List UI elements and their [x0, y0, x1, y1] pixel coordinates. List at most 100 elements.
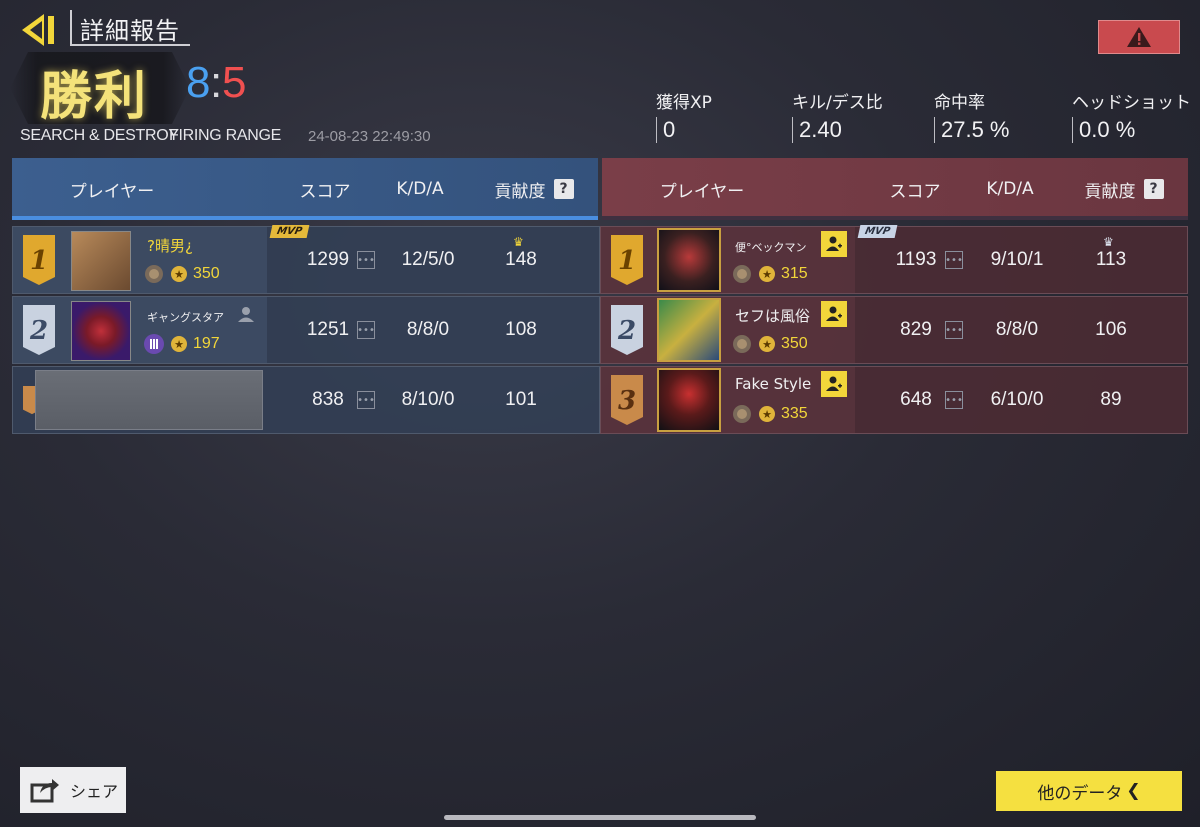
- col-score: スコア: [299, 181, 351, 202]
- kda-cell: 12/5/0: [401, 249, 455, 270]
- player-name: ?晴男¿: [147, 237, 193, 255]
- add-friend-icon: [826, 306, 842, 321]
- stat-kd: キル/デス比 2.40: [792, 88, 883, 143]
- more-icon[interactable]: •••: [945, 321, 963, 339]
- level-value: 350: [781, 335, 808, 352]
- friend-icon: [238, 307, 254, 322]
- player-name: セフは風俗: [735, 307, 811, 325]
- more-icon[interactable]: •••: [357, 391, 375, 409]
- more-icon[interactable]: •••: [357, 251, 375, 269]
- kda-cell: 8/8/0: [406, 319, 450, 340]
- table-row[interactable]: 3 Fake Style ★ 335 648 ••• 6/10/0 89: [600, 366, 1188, 434]
- stat-label: 獲得XP: [656, 93, 712, 113]
- report-button[interactable]: [1098, 20, 1180, 54]
- home-indicator[interactable]: [444, 815, 756, 820]
- share-icon: [30, 779, 59, 803]
- star-icon: ★: [759, 266, 775, 282]
- redacted-player-block: [35, 370, 263, 430]
- score-cell: 1193: [895, 249, 937, 270]
- svg-text:2: 2: [29, 316, 48, 346]
- table-row[interactable]: 1 ?晴男¿ ★ 350 MVP 1299 ••• 12/5/0 ♛ 148: [12, 225, 600, 294]
- add-friend-icon: [826, 236, 842, 251]
- col-contribution: 貢献度 ?: [474, 158, 594, 220]
- stat-accuracy: 命中率 27.5 %: [934, 88, 1010, 143]
- stat-xp: 獲得XP 0: [656, 88, 712, 143]
- kda-cell: 6/10/0: [990, 389, 1044, 410]
- avatar: [657, 298, 721, 362]
- stat-value: 0.0 %: [1072, 117, 1191, 143]
- more-icon[interactable]: •••: [945, 391, 963, 409]
- table-row[interactable]: 2 セフは風俗 ★ 350 829 ••• 8/8/0 106: [600, 296, 1188, 364]
- stat-label: 命中率: [934, 93, 985, 113]
- stat-value: 2.40: [792, 117, 883, 143]
- player-name: 便°ベックマン: [735, 241, 807, 254]
- svg-text:1: 1: [30, 246, 48, 276]
- star-icon: ★: [759, 406, 775, 422]
- level-value: 315: [781, 265, 808, 282]
- svg-text:1: 1: [618, 246, 636, 276]
- score-blue: 8: [186, 58, 211, 107]
- stat-value: 27.5 %: [934, 117, 1010, 143]
- share-label: シェア: [70, 782, 119, 801]
- add-friend-button[interactable]: [821, 371, 847, 397]
- col-contribution: 貢献度 ?: [1064, 158, 1184, 220]
- rank-emblem-icon: [733, 265, 751, 283]
- contribution-cell: 113: [1095, 249, 1127, 270]
- score-separator: :: [210, 58, 223, 107]
- score-cell: 1251: [306, 319, 350, 340]
- col-contribution-label: 貢献度: [494, 181, 546, 202]
- share-button[interactable]: シェア: [20, 767, 126, 813]
- avatar: [71, 301, 131, 361]
- score-red: 5: [222, 58, 247, 107]
- match-datetime: 24-08-23 22:49:30: [308, 128, 431, 145]
- contribution-cell: 108: [505, 319, 537, 340]
- other-data-button[interactable]: 他のデータ ❮: [996, 771, 1182, 811]
- table-row[interactable]: 2 ギャングスタア ★ 197 1251 ••• 8/8/0 108: [12, 296, 600, 364]
- level-value: 335: [781, 405, 808, 422]
- add-friend-icon: [826, 376, 842, 391]
- table-row[interactable]: 838 ••• 8/10/0 101: [12, 366, 600, 434]
- avatar: [657, 368, 721, 432]
- add-friend-button[interactable]: [821, 301, 847, 327]
- star-icon: ★: [171, 266, 187, 282]
- rank-gold-icon: 1: [611, 235, 643, 285]
- more-icon[interactable]: •••: [945, 251, 963, 269]
- rank-silver-icon: 2: [611, 305, 643, 355]
- game-mode: SEARCH & DESTROY: [20, 127, 179, 144]
- page-title-text: 詳細報告: [80, 16, 180, 45]
- title-underline: [70, 44, 190, 46]
- rank-emblem-icon: [733, 335, 751, 353]
- add-friend-button[interactable]: [821, 231, 847, 257]
- kda-cell: 9/10/1: [990, 249, 1044, 270]
- chevron-left-icon: ❮: [1126, 781, 1141, 801]
- avatar: [71, 231, 131, 291]
- contribution-cell: 106: [1095, 319, 1127, 340]
- avatar: [657, 228, 721, 292]
- warning-icon: [1127, 27, 1151, 47]
- stat-label: キル/デス比: [792, 93, 883, 113]
- col-kda: K/D/A: [396, 179, 444, 199]
- help-icon[interactable]: ?: [553, 179, 574, 199]
- col-kda: K/D/A: [986, 179, 1034, 199]
- rank-gold-icon: 1: [23, 235, 55, 285]
- help-icon[interactable]: ?: [1143, 179, 1164, 199]
- score-cell: 648: [900, 389, 932, 410]
- more-icon[interactable]: •••: [357, 321, 375, 339]
- player-level: ★ 350: [143, 263, 220, 285]
- score-cell: 1299: [306, 249, 350, 270]
- player-level: ★ 335: [731, 403, 808, 425]
- col-player: プレイヤー: [659, 181, 745, 202]
- stat-label: ヘッドショット: [1072, 93, 1191, 113]
- svg-text:3: 3: [618, 386, 636, 416]
- contribution-cell: 89: [1100, 389, 1122, 410]
- back-button[interactable]: [18, 12, 64, 48]
- table-row[interactable]: 1 便°ベックマン ★ 315 MVP 1193 ••• 9/10/1 ♛ 11…: [600, 225, 1188, 294]
- rank-bronze-icon: 3: [611, 375, 643, 425]
- score-cell: 829: [900, 319, 932, 340]
- back-arrow-icon: [22, 14, 54, 46]
- rank-emblem-icon: [145, 265, 163, 283]
- player-name: ギャングスタア: [147, 311, 224, 324]
- player-level: ★ 350: [731, 333, 808, 355]
- col-player: プレイヤー: [69, 181, 155, 202]
- score-cell: 838: [312, 389, 344, 410]
